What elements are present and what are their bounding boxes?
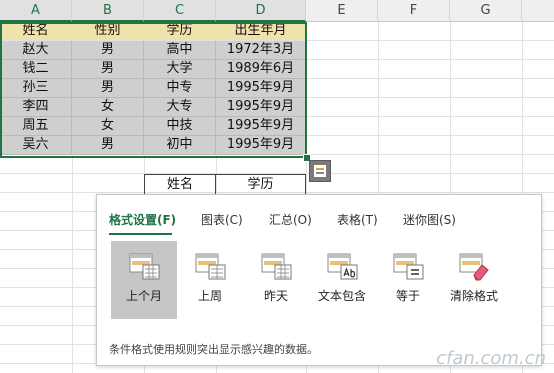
option-last-month[interactable]: 上个月 bbox=[111, 241, 177, 319]
table-cell[interactable]: 1995年9月 bbox=[216, 79, 306, 98]
column-header-g[interactable]: G bbox=[450, 0, 522, 22]
table-cell[interactable]: 孙三 bbox=[0, 79, 72, 98]
column-header-blank bbox=[522, 0, 554, 22]
tab-label: 表格(T) bbox=[337, 213, 378, 227]
table-cell[interactable]: 女 bbox=[72, 117, 144, 136]
tab-label: 迷你图(S) bbox=[403, 213, 456, 227]
table-cell[interactable]: 周五 bbox=[0, 117, 72, 136]
column-header-a[interactable]: A bbox=[0, 0, 72, 22]
option-last-week[interactable]: 上周 bbox=[177, 241, 243, 319]
criteria-header-cell[interactable]: 学历 bbox=[216, 174, 306, 195]
table-cell[interactable]: 初中 bbox=[144, 136, 216, 155]
column-header-c[interactable]: C bbox=[144, 0, 216, 22]
description-text: 条件格式使用规则突出显示感兴趣的数据。 bbox=[109, 343, 318, 356]
text-contains-icon bbox=[327, 253, 358, 280]
tab-totals[interactable]: 汇总(O) bbox=[269, 211, 312, 228]
table-cell[interactable]: 吴六 bbox=[0, 136, 72, 155]
tab-tables[interactable]: 表格(T) bbox=[337, 211, 378, 228]
table-cell[interactable]: 男 bbox=[72, 79, 144, 98]
calendar-icon bbox=[129, 253, 160, 280]
column-header-e[interactable]: E bbox=[306, 0, 378, 22]
highlight-icon bbox=[195, 253, 226, 280]
option-label: 上个月 bbox=[125, 289, 162, 303]
option-clear-format[interactable]: 清除格式 bbox=[441, 241, 507, 319]
table-cell[interactable]: 中技 bbox=[144, 117, 216, 136]
calendar-icon bbox=[261, 253, 292, 280]
tab-label: 格式设置(F) bbox=[109, 213, 177, 227]
watermark-text: cfan.com.cn bbox=[436, 348, 546, 369]
equal-to-icon bbox=[393, 253, 424, 280]
column-header-d[interactable]: D bbox=[216, 0, 306, 22]
quick-analysis-icon bbox=[314, 165, 326, 177]
option-label: 文本包含 bbox=[317, 289, 366, 303]
option-equal-to[interactable]: 等于 bbox=[375, 241, 441, 319]
table-cell[interactable]: 男 bbox=[72, 41, 144, 60]
active-tab-underline bbox=[109, 233, 173, 235]
option-label: 等于 bbox=[395, 289, 420, 303]
quick-analysis-button[interactable] bbox=[309, 160, 331, 182]
option-text-contains[interactable]: 文本包含 bbox=[309, 241, 375, 319]
criteria-header-cell[interactable]: 姓名 bbox=[144, 174, 216, 195]
option-label: 昨天 bbox=[263, 289, 288, 303]
table-cell[interactable]: 中专 bbox=[144, 79, 216, 98]
tab-charts[interactable]: 图表(C) bbox=[201, 211, 243, 228]
table-cell[interactable]: 大学 bbox=[144, 60, 216, 79]
table-header-cell[interactable]: 出生年月 bbox=[216, 22, 306, 41]
option-label: 上周 bbox=[197, 289, 222, 303]
table-cell[interactable]: 女 bbox=[72, 98, 144, 117]
table-header-cell[interactable]: 学历 bbox=[144, 22, 216, 41]
table-cell[interactable]: 男 bbox=[72, 136, 144, 155]
tab-formatting[interactable]: 格式设置(F) bbox=[109, 211, 177, 235]
table-cell[interactable]: 1995年9月 bbox=[216, 117, 306, 136]
table-cell[interactable]: 男 bbox=[72, 60, 144, 79]
table-cell[interactable]: 1995年9月 bbox=[216, 98, 306, 117]
eraser-icon bbox=[459, 253, 489, 281]
table-cell[interactable]: 钱二 bbox=[0, 60, 72, 79]
column-header-b[interactable]: B bbox=[72, 0, 144, 22]
column-header-f[interactable]: F bbox=[378, 0, 450, 22]
table-cell[interactable]: 1972年3月 bbox=[216, 41, 306, 60]
table-header-cell[interactable]: 姓名 bbox=[0, 22, 72, 41]
quick-analysis-panel: 格式设置(F) 图表(C) 汇总(O) 表格(T) 迷你图(S) 上个月 上周 … bbox=[96, 194, 542, 366]
table-cell[interactable]: 赵大 bbox=[0, 41, 72, 60]
table-cell[interactable]: 1989年6月 bbox=[216, 60, 306, 79]
table-cell[interactable]: 高中 bbox=[144, 41, 216, 60]
table-cell[interactable]: 李四 bbox=[0, 98, 72, 117]
tab-label: 汇总(O) bbox=[269, 213, 312, 227]
tab-label: 图表(C) bbox=[201, 213, 243, 227]
table-cell[interactable]: 1995年9月 bbox=[216, 136, 306, 155]
option-yesterday[interactable]: 昨天 bbox=[243, 241, 309, 319]
option-label: 清除格式 bbox=[449, 289, 498, 303]
table-cell[interactable]: 大专 bbox=[144, 98, 216, 117]
table-header-cell[interactable]: 性别 bbox=[72, 22, 144, 41]
tab-sparklines[interactable]: 迷你图(S) bbox=[403, 211, 456, 228]
